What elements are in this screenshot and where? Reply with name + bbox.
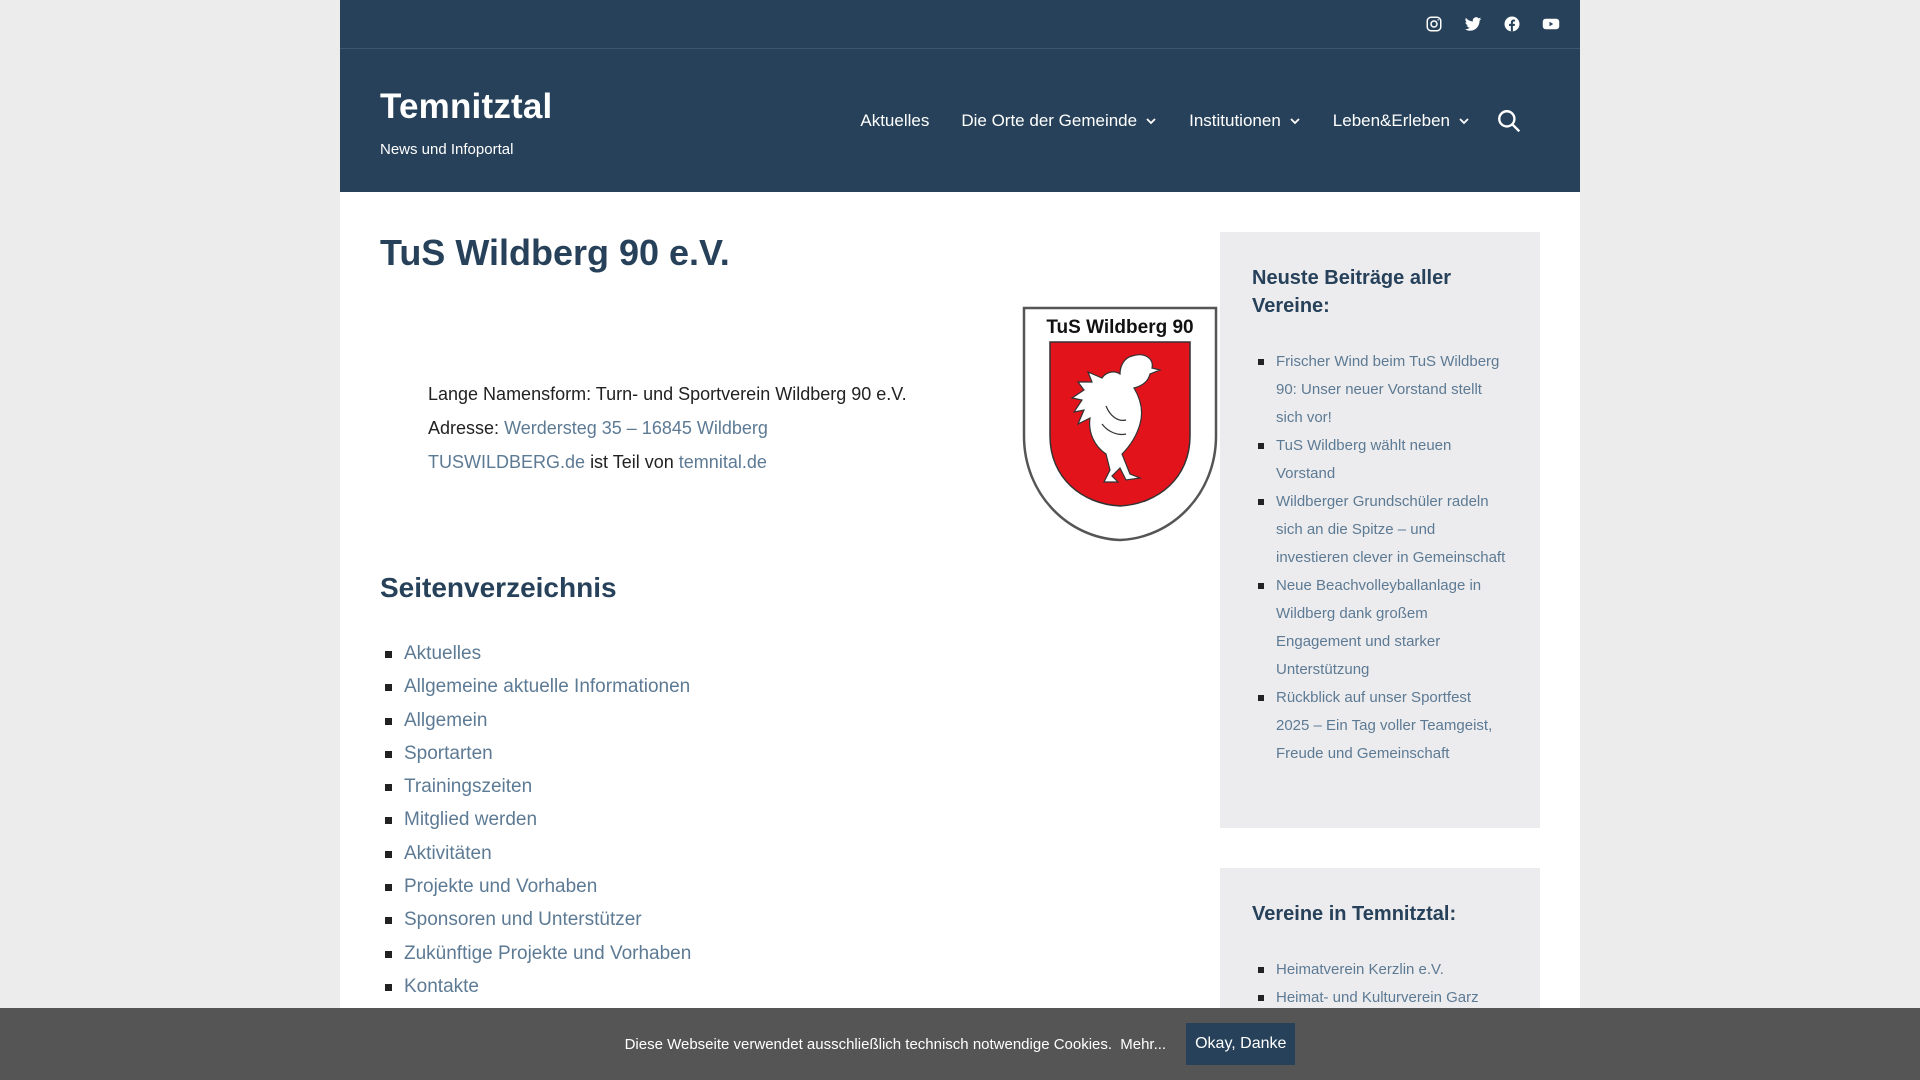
list-item: Mitglied werden [380, 803, 691, 836]
nav-item-orte[interactable]: Die Orte der Gemeinde [945, 111, 1173, 131]
toc-link[interactable]: Aktivitäten [404, 843, 492, 864]
youtube-icon[interactable] [1541, 15, 1560, 34]
post-link[interactable]: Neue Beachvolleyballanlage in Wildberg d… [1276, 577, 1481, 678]
site-header: Temnitztal News und Infoportal Aktuelles… [340, 49, 1580, 192]
list-item: Projekte und Vorhaben [380, 870, 691, 903]
list-item: Kontakte [380, 970, 691, 1003]
chevron-down-icon [1146, 117, 1156, 124]
toc-link[interactable]: Allgemein [404, 710, 487, 731]
list-item: Allgemein [380, 704, 691, 737]
website-line: TUSWILDBERG.de ist Teil von temnital.de [428, 445, 907, 479]
top-bar [340, 0, 1580, 49]
nav-item-label: Leben&Erleben [1332, 110, 1450, 130]
list-item[interactable]: Wildberger Grundschüler radeln sich an d… [1252, 488, 1508, 572]
nav-item-label: Institutionen [1189, 110, 1281, 130]
nav-item-aktuelles[interactable]: Aktuelles [844, 111, 945, 131]
toc-link[interactable]: Projekte und Vorhaben [404, 876, 597, 897]
twitter-icon[interactable] [1463, 15, 1482, 34]
page-title: TuS Wildberg 90 e.V. [380, 232, 730, 273]
widget-title: Vereine in Temnitztal: [1252, 903, 1457, 925]
nav-item-leben-erleben[interactable]: Leben&Erleben [1317, 111, 1486, 131]
toc-link[interactable]: Kontakte [404, 976, 479, 997]
club-link[interactable]: Heimatverein Kerzlin e.V. [1276, 961, 1444, 978]
toc-heading: Seitenverzeichnis [380, 572, 617, 603]
list-item[interactable]: Frischer Wind beim TuS Wildberg 90: Unse… [1252, 348, 1508, 432]
widget-title: Neuste Beiträge aller Vereine: [1252, 267, 1451, 317]
list-item[interactable]: Neue Beachvolleyballanlage in Wildberg d… [1252, 572, 1508, 684]
main-content: TuS Wildberg 90 e.V. TuS Wildberg 90 Lan… [380, 232, 1218, 997]
toc-link[interactable]: Mitglied werden [404, 809, 537, 830]
page-index-list: Aktuelles Allgemeine aktuelle Informatio… [380, 637, 691, 1003]
long-name-value: Turn- und Sportverein Wildberg 90 e.V. [595, 384, 907, 404]
list-item: Sponsoren und Unterstützer [380, 903, 691, 936]
clubs-list: Heimatverein Kerzlin e.V. Heimat- und Ku… [1252, 956, 1508, 1012]
list-item: Sportarten [380, 737, 691, 770]
instagram-icon[interactable] [1424, 15, 1443, 34]
cookie-accept-button[interactable]: Okay, Danke [1186, 1023, 1296, 1065]
search-icon[interactable] [1496, 108, 1522, 134]
list-item[interactable]: TuS Wildberg wählt neuen Vorstand [1252, 432, 1508, 488]
post-link[interactable]: Frischer Wind beim TuS Wildberg 90: Unse… [1276, 353, 1499, 426]
site-tagline: News und Infoportal [380, 141, 514, 158]
facebook-icon[interactable] [1502, 15, 1521, 34]
list-item: Trainingszeiten [380, 770, 691, 803]
chevron-down-icon [1290, 117, 1300, 124]
club-info: Lange Namensform: Turn- und Sportverein … [428, 377, 907, 479]
address-link[interactable]: Werdersteg 35 – 16845 Wildberg [504, 418, 768, 438]
post-link[interactable]: TuS Wildberg wählt neuen Vorstand [1276, 437, 1451, 482]
list-item: Allgemeine aktuelle Informationen [380, 670, 691, 703]
list-item: Zukünftige Projekte und Vorhaben [380, 937, 691, 970]
club-website-link[interactable]: TUSWILDBERG.de [428, 452, 585, 472]
cookie-text: Diese Webseite verwendet ausschließlich … [624, 1035, 1113, 1053]
nav-item-institutionen[interactable]: Institutionen [1173, 111, 1317, 131]
brand: Temnitztal News und Infoportal [380, 87, 552, 158]
recent-posts-widget: Neuste Beiträge aller Vereine: Frischer … [1220, 232, 1540, 828]
toc-link[interactable]: Zukünftige Projekte und Vorhaben [404, 943, 691, 964]
nav-item-label: Aktuelles [860, 110, 930, 130]
cookie-banner: Diese Webseite verwendet ausschließlich … [0, 1008, 1920, 1080]
list-item[interactable]: Rückblick auf unser Sportfest 2025 – Ein… [1252, 684, 1508, 768]
toc-link[interactable]: Allgemeine aktuelle Informationen [404, 676, 690, 697]
list-item[interactable]: Heimatverein Kerzlin e.V. [1252, 956, 1508, 984]
club-crest-logo: TuS Wildberg 90 [1022, 306, 1218, 542]
long-name-label: Lange Namensform: [428, 384, 592, 404]
cookie-more-link[interactable]: Mehr... [1120, 1036, 1166, 1053]
crest-label: TuS Wildberg 90 [1046, 317, 1193, 338]
recent-posts-list: Frischer Wind beim TuS Wildberg 90: Unse… [1252, 348, 1508, 768]
temnital-link[interactable]: temnital.de [679, 452, 767, 472]
chevron-down-icon [1459, 117, 1469, 124]
club-link[interactable]: Heimat- und Kulturverein Garz [1276, 989, 1479, 1006]
long-name-line: Lange Namensform: Turn- und Sportverein … [428, 377, 907, 411]
part-of-text: ist Teil von [590, 452, 674, 472]
address-label: Adresse: [428, 418, 500, 438]
toc-link[interactable]: Trainingszeiten [404, 776, 532, 797]
toc-link[interactable]: Sponsoren und Unterstützer [404, 909, 642, 930]
post-link[interactable]: Wildberger Grundschüler radeln sich an d… [1276, 493, 1505, 566]
toc-link[interactable]: Sportarten [404, 743, 493, 764]
page-container: Temnitztal News und Infoportal Aktuelles… [340, 0, 1580, 1080]
post-link[interactable]: Rückblick auf unser Sportfest 2025 – Ein… [1276, 689, 1492, 762]
list-item: Aktuelles [380, 637, 691, 670]
nav-item-label: Die Orte der Gemeinde [961, 110, 1138, 130]
list-item: Aktivitäten [380, 837, 691, 870]
address-line: Adresse: Werdersteg 35 – 16845 Wildberg [428, 411, 907, 445]
site-title[interactable]: Temnitztal [380, 87, 552, 127]
cookie-text-wrap: Diese Webseite verwendet ausschließlich … [625, 1036, 1167, 1053]
main-navigation: Aktuelles Die Orte der Gemeinde Institut… [844, 49, 1522, 192]
toc-link[interactable]: Aktuelles [404, 643, 481, 664]
